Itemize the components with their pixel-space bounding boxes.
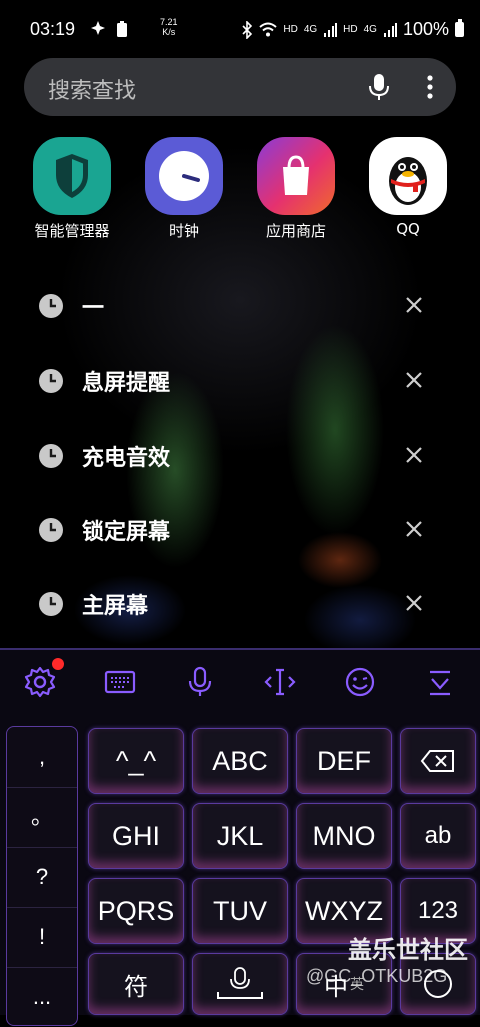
key-symbols[interactable]: 符 xyxy=(88,953,184,1015)
signal-icon-2 xyxy=(383,22,397,37)
cursor-move-icon[interactable] xyxy=(262,664,298,700)
status-time: 03:19 xyxy=(30,19,76,39)
settings-gear-icon[interactable] xyxy=(22,658,64,700)
hd-label-2: HD xyxy=(343,24,358,35)
history-item[interactable]: 主屏幕 xyxy=(0,566,480,640)
shopping-bag-icon xyxy=(257,137,335,215)
network-speed-unit: K/s xyxy=(162,27,176,37)
bluetooth-icon xyxy=(242,20,253,39)
close-icon[interactable] xyxy=(403,294,425,316)
mic-icon[interactable] xyxy=(368,72,390,102)
keyboard-layout-icon[interactable] xyxy=(102,664,138,700)
history-item[interactable]: 充电音效 xyxy=(0,418,480,492)
network-speed: 7.21 K/s xyxy=(160,17,178,37)
history-item[interactable]: 息屏提醒 xyxy=(0,343,480,417)
notification-badge xyxy=(52,658,64,670)
app-smart-manager[interactable]: 智能管理器 xyxy=(16,137,128,241)
status-bar: 03:19 7.21 K/s HD 4G HD 4G 100% xyxy=(0,0,480,60)
history-clock-icon xyxy=(38,293,64,319)
app-qq[interactable]: QQ xyxy=(352,137,464,238)
space-key[interactable] xyxy=(192,953,288,1015)
shield-icon xyxy=(33,137,111,215)
history-text: 主屏幕 xyxy=(82,594,149,619)
app-label: 应用商店 xyxy=(265,222,326,240)
app-suggestions: 智能管理器 时钟 应用商店 QQ xyxy=(0,137,480,247)
search-input[interactable]: 搜索查找 xyxy=(48,73,136,105)
history-text: 一 xyxy=(82,296,105,321)
app-clock[interactable]: 时钟 xyxy=(128,137,240,241)
watermark-handle: @GC_OTKUB2G xyxy=(306,966,448,986)
signal-icon-1 xyxy=(324,22,338,37)
history-item[interactable]: 锁定屏幕 xyxy=(0,492,480,566)
qq-penguin-icon xyxy=(369,137,447,215)
key-jkl[interactable]: JKL xyxy=(192,803,288,869)
history-clock-icon xyxy=(38,591,64,617)
key-ghi[interactable]: GHI xyxy=(88,803,184,869)
key-lowercase[interactable]: ab xyxy=(400,803,476,869)
history-clock-icon xyxy=(38,443,64,469)
history-clock-icon xyxy=(38,368,64,394)
key-def[interactable]: DEF xyxy=(296,728,392,794)
status-right: HD 4G HD 4G 100% xyxy=(241,19,464,40)
close-icon[interactable] xyxy=(403,444,425,466)
hd-label-1: HD xyxy=(283,24,298,35)
battery-notify-icon xyxy=(116,20,128,42)
key-emoticon[interactable]: ^_^ xyxy=(88,728,184,794)
history-text: 锁定屏幕 xyxy=(82,520,171,545)
app-label: 智能管理器 xyxy=(34,222,110,240)
voice-input-icon[interactable] xyxy=(182,664,218,700)
search-bar[interactable]: 搜索查找 xyxy=(24,58,456,116)
watermark-title: 盖乐世社区 xyxy=(348,936,468,964)
space-mic-icon xyxy=(217,967,263,999)
notification-icon xyxy=(90,20,106,40)
history-text: 充电音效 xyxy=(82,446,171,471)
close-icon[interactable] xyxy=(403,518,425,540)
more-options-icon[interactable] xyxy=(426,72,434,102)
keyboard-toolbar xyxy=(0,650,480,712)
wifi-icon xyxy=(259,22,278,36)
app-label: QQ xyxy=(396,220,420,238)
backspace-key[interactable] xyxy=(400,728,476,794)
clock-icon xyxy=(145,137,223,215)
backspace-icon xyxy=(420,750,454,772)
emoji-icon[interactable] xyxy=(342,664,378,700)
hide-keyboard-icon[interactable] xyxy=(422,664,458,700)
key-abc[interactable]: ABC xyxy=(192,728,288,794)
key-mno[interactable]: MNO xyxy=(296,803,392,869)
battery-percent: 100% xyxy=(402,19,449,39)
network-speed-value: 7.21 xyxy=(160,17,178,27)
4g-label-2: 4G xyxy=(363,24,377,35)
4g-label-1: 4G xyxy=(303,24,318,35)
close-icon[interactable] xyxy=(403,592,425,614)
history-clock-icon xyxy=(38,517,64,543)
history-text: 息屏提醒 xyxy=(82,371,171,396)
app-label: 时钟 xyxy=(168,222,199,240)
key-pqrs[interactable]: PQRS xyxy=(88,878,184,944)
battery-icon xyxy=(455,19,464,37)
app-store[interactable]: 应用商店 xyxy=(240,137,352,241)
key-tuv[interactable]: TUV xyxy=(192,878,288,944)
history-item[interactable]: 一 xyxy=(0,268,480,342)
close-icon[interactable] xyxy=(403,369,425,391)
